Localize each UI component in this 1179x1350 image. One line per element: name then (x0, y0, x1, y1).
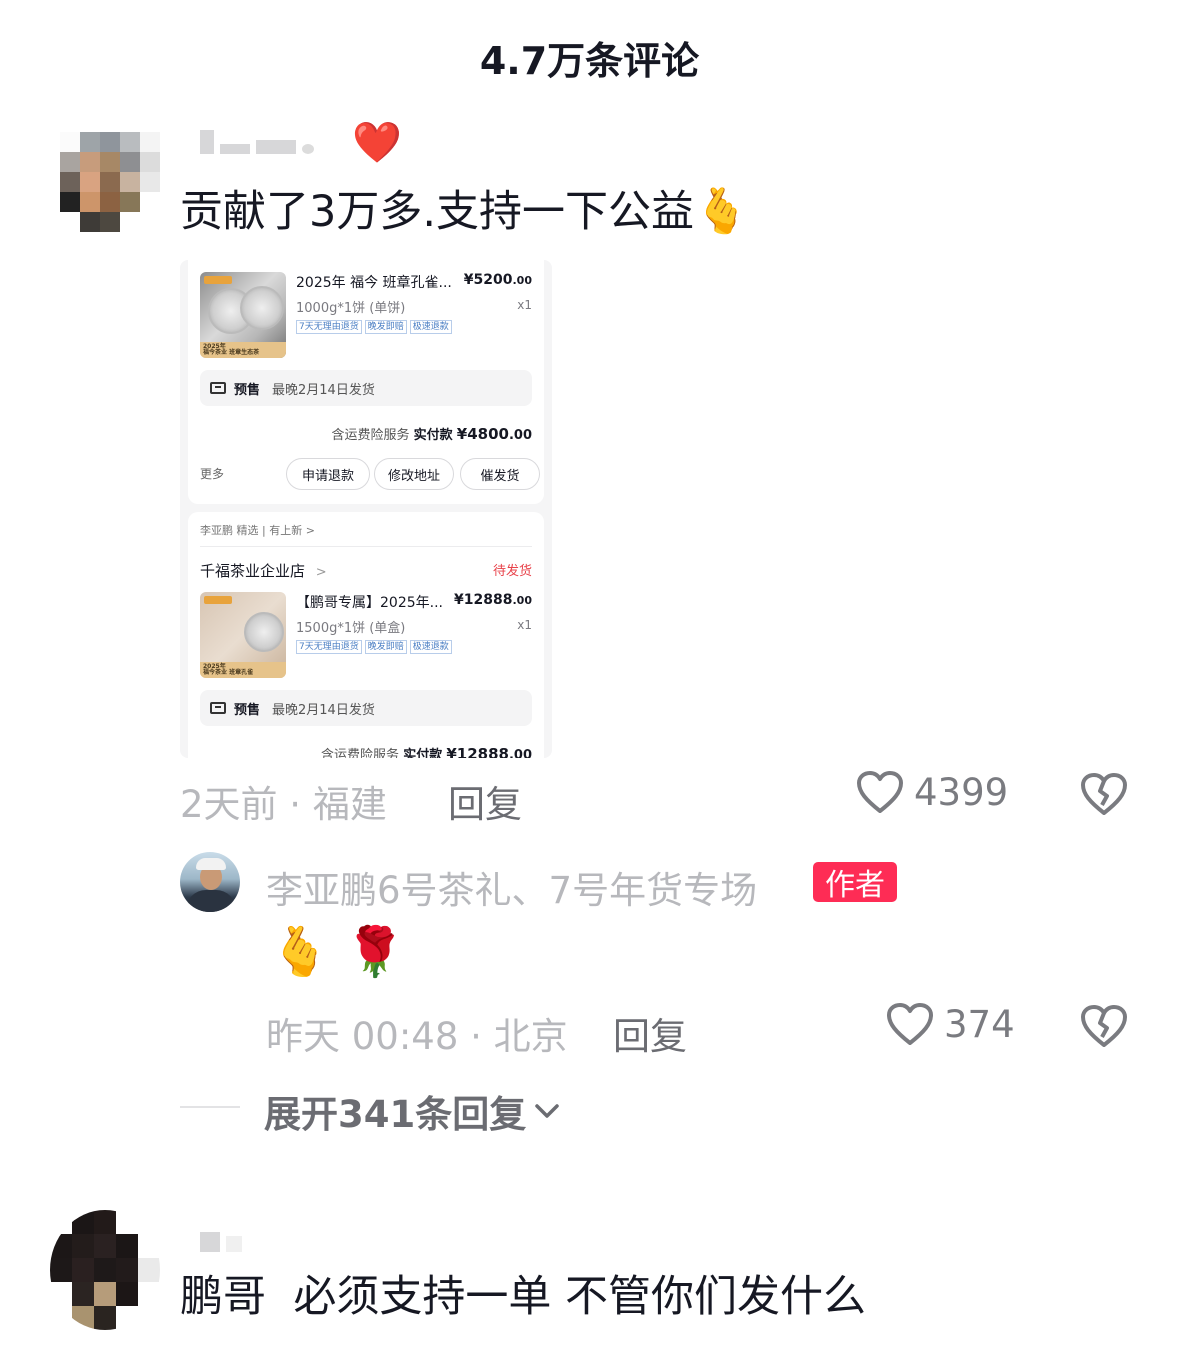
pay-amount: ¥12888 (446, 745, 509, 758)
product-spec: 1000g*1饼 (单饼) (296, 301, 406, 316)
product-qty: x1 (517, 298, 532, 312)
product-tag: 极速退款 (409, 320, 452, 334)
product-title: 2025年 福今 班章孔雀... (296, 275, 452, 291)
presale-bar: 预售 最晚2月14日发货 (200, 370, 532, 406)
pay-label: 实付款 (413, 428, 453, 443)
presale-bar: 预售 最晚2月14日发货 (200, 690, 532, 726)
like-count: 374 (944, 1002, 1015, 1046)
product-tag: 7天无理由退货 (296, 320, 362, 334)
reply-meta: 昨天 00:48 · 北京 (266, 1015, 568, 1058)
heart-emoji: ❤️ (352, 120, 402, 166)
product-image: 2025年 福今茶业 班章孔雀 (200, 592, 286, 678)
order-card-2: 李亚鹏 精选 | 有上新 > 千福茶业企业店 > 待发货 2025年 福今茶业 班… (188, 512, 544, 758)
expand-replies-label: 展开341条回复 (264, 1093, 527, 1136)
product-price-cents: .00 (512, 274, 533, 287)
reply-button[interactable]: 回复 (613, 1006, 687, 1060)
product-tag: 极速退款 (409, 640, 452, 654)
product-price-cents: .00 (512, 594, 533, 607)
author-name[interactable]: 李亚鹏6号茶礼、7号年货专场 (266, 860, 757, 914)
product-price-value: ¥12888 (454, 592, 513, 608)
pay-cents: .00 (508, 428, 532, 443)
product-price-value: ¥5200 (463, 272, 513, 288)
pay-label: 实付款 (403, 748, 443, 758)
username-blurred[interactable] (200, 130, 314, 154)
like-button[interactable]: 4399 (856, 770, 1008, 814)
product-tags: 7天无理由退货 晚发即赔 极速退款 (296, 320, 452, 334)
expand-replies-button[interactable]: 展开341条回复 (264, 1084, 560, 1138)
pay-amount: ¥4800 (456, 425, 509, 443)
shop-source: 李亚鹏 精选 | 有上新 > (200, 524, 315, 537)
expand-divider (180, 1106, 240, 1108)
presale-date: 最晚2月14日发货 (272, 382, 375, 398)
comments-count-title: 4.7万条评论 (479, 39, 700, 83)
comment-text: 贡献了3万多.支持一下公益🫰 (180, 186, 749, 239)
product-image-text-bottom: 福今茶业 班章孔雀 (203, 669, 254, 676)
urge-shipping-button: 催发货 (460, 458, 540, 490)
reply-button[interactable]: 回复 (448, 774, 522, 828)
like-button[interactable]: 374 (886, 1002, 1015, 1046)
order-status: 待发货 (492, 564, 532, 579)
comment-text-content: 贡献了3万多.支持一下公益 (180, 187, 695, 237)
presale-date: 最晚2月14日发货 (272, 702, 375, 718)
presale-box-icon (210, 382, 226, 394)
author-avatar[interactable] (180, 852, 240, 912)
heart-outline-icon (887, 1003, 933, 1045)
like-count: 4399 (914, 770, 1009, 814)
presale-label: 预售 (234, 382, 261, 398)
finger-heart-emoji: 🫰 (694, 186, 749, 237)
product-tag: 7天无理由退货 (296, 640, 362, 654)
order-card-1: 2025年 福今茶业 班章生态茶 2025年 福今 班章孔雀... ¥5200.0… (188, 260, 544, 504)
product-image-text-bottom: 福今茶业 班章生态茶 (203, 349, 260, 356)
reply-emojis: 🫰 🌹 (270, 924, 405, 980)
payment-line: 含运费险服务 实付款 ¥4800.00 (331, 424, 532, 443)
product-title: 【鹏哥专属】2025年... (296, 595, 443, 611)
pay-prefix: 含运费险服务 (331, 428, 410, 443)
pay-prefix: 含运费险服务 (321, 748, 400, 758)
chevron-right-icon: > (315, 565, 327, 580)
product-spec: 1500g*1饼 (单盒) (296, 621, 406, 636)
product-tag: 晚发即赔 (364, 640, 407, 654)
comment-text: 鹏哥 必须支持一单 不管你们发什么 (180, 1272, 867, 1322)
shop-name-text: 千福茶业企业店 (200, 562, 306, 580)
avatar[interactable] (60, 132, 160, 232)
comment-meta: 2天前 · 福建 (180, 783, 387, 826)
username-blurred[interactable] (200, 1210, 242, 1252)
heart-outline-icon (857, 771, 903, 813)
refund-button: 申请退款 (286, 458, 370, 490)
pay-cents: .00 (508, 748, 532, 758)
product-image: 2025年 福今茶业 班章生态茶 (200, 272, 286, 358)
product-tag: 晚发即赔 (364, 320, 407, 334)
author-badge: 作者 (813, 862, 897, 903)
presale-box-icon (210, 702, 226, 714)
product-price: ¥12888.00 (454, 592, 532, 608)
product-tags: 7天无理由退货 晚发即赔 极速退款 (296, 640, 452, 654)
more-link: 更多 (200, 467, 225, 481)
shop-name: 千福茶业企业店 > (200, 560, 327, 581)
payment-line: 含运费险服务 实付款 ¥12888.00 (321, 744, 532, 758)
presale-label: 预售 (234, 702, 261, 718)
order-screenshot-image[interactable]: 2025年 福今茶业 班章生态茶 2025年 福今 班章孔雀... ¥5200.0… (180, 260, 552, 758)
broken-heart-icon[interactable] (1080, 1004, 1128, 1048)
avatar[interactable] (50, 1210, 160, 1330)
product-qty: x1 (517, 618, 532, 632)
change-address-button: 修改地址 (374, 458, 454, 490)
product-price: ¥5200.00 (464, 272, 532, 288)
chevron-down-icon (535, 1104, 559, 1118)
broken-heart-icon[interactable] (1080, 772, 1128, 816)
